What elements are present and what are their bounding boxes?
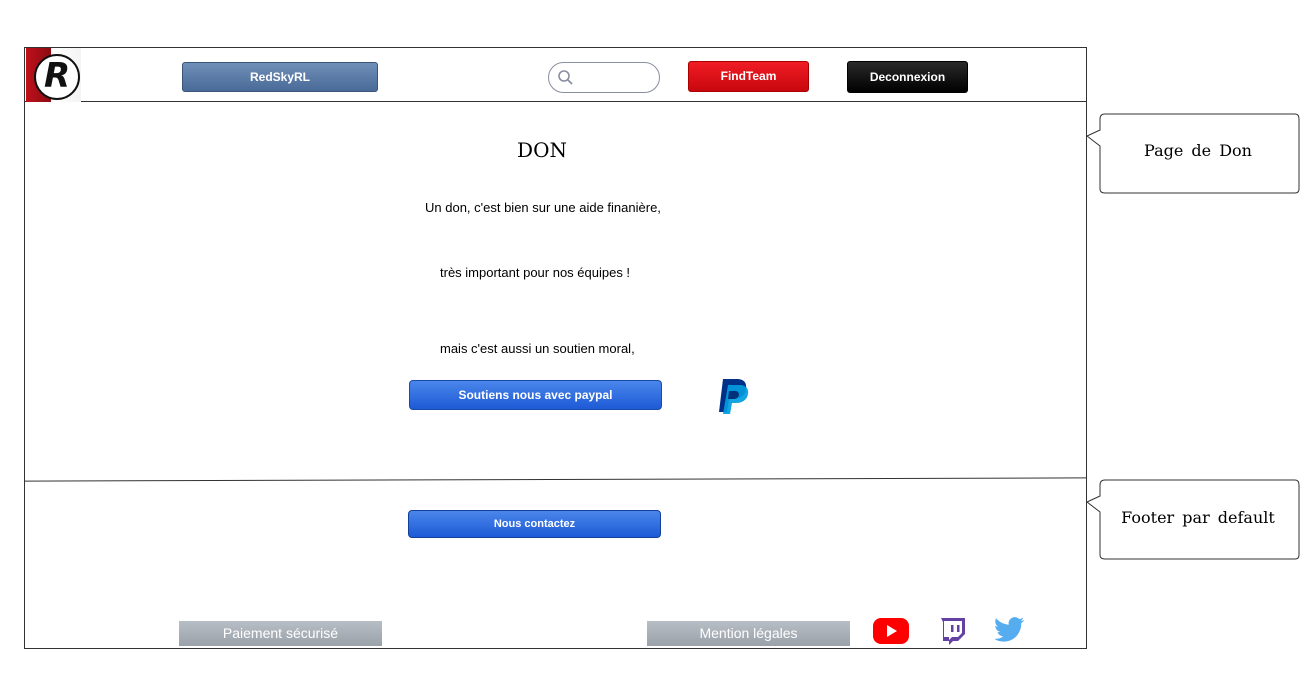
findteam-button[interactable]: FindTeam <box>688 61 809 92</box>
paypal-button[interactable]: Soutiens nous avec paypal <box>409 380 662 410</box>
site-logo[interactable]: R <box>26 48 81 102</box>
youtube-icon[interactable] <box>872 617 910 645</box>
legal-mentions-link[interactable]: Mention légales <box>647 621 850 646</box>
page-title: DON <box>517 138 567 162</box>
contact-button[interactable]: Nous contactez <box>408 510 661 538</box>
secure-payment-link[interactable]: Paiement sécurisé <box>179 621 382 646</box>
paypal-icon[interactable] <box>714 376 754 416</box>
donation-text-line-3: mais c'est aussi un soutien moral, <box>440 341 635 356</box>
logout-button[interactable]: Deconnexion <box>847 61 968 93</box>
twitter-icon[interactable] <box>993 616 1025 644</box>
search-input[interactable] <box>548 62 660 93</box>
footer-callout-label: Footer par default <box>1121 508 1275 527</box>
search-icon <box>558 70 573 85</box>
twitch-icon[interactable] <box>939 616 967 646</box>
donation-text-line-2: très important pour nos équipes ! <box>440 265 631 280</box>
brand-button[interactable]: RedSkyRL <box>182 62 378 92</box>
page-callout-label: Page de Don <box>1144 141 1252 160</box>
header-divider <box>24 101 1087 102</box>
logo-letter-icon: R <box>44 56 71 96</box>
donation-text-line-1: Un don, c'est bien sur une aide finanièr… <box>425 200 661 215</box>
